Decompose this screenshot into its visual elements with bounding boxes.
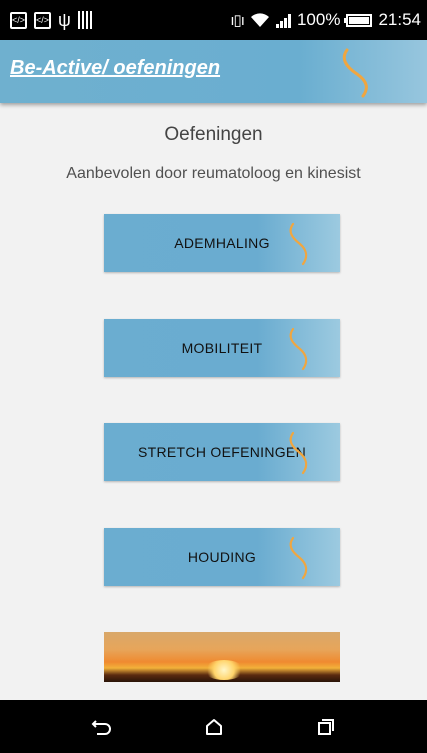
status-bar: </> </> ψ ı▯ı 100% 21:54 bbox=[0, 0, 427, 40]
navigation-bar bbox=[0, 700, 427, 753]
wave-icon bbox=[289, 327, 308, 371]
wave-icon bbox=[289, 222, 308, 266]
app-bar: Be-Active/ oefeningen bbox=[0, 40, 427, 103]
vibrate-icon: ı▯ı bbox=[230, 12, 245, 29]
battery-icon bbox=[344, 13, 373, 27]
code-icon: </> bbox=[34, 11, 51, 29]
app-title[interactable]: Be-Active/ oefeningen bbox=[10, 57, 220, 80]
barcode-icon bbox=[77, 11, 94, 29]
houding-button[interactable]: HOUDING bbox=[104, 528, 340, 586]
sun-glow bbox=[204, 660, 244, 680]
wave-logo-icon bbox=[342, 48, 368, 98]
wifi-icon bbox=[250, 13, 269, 27]
stretch-oefeningen-button[interactable]: STRETCH OEFENINGEN bbox=[104, 423, 340, 481]
wave-icon bbox=[289, 536, 308, 580]
page-title: Oefeningen bbox=[164, 124, 263, 145]
page-subtitle: Aanbevolen door reumatoloog en kinesist bbox=[66, 165, 361, 182]
recents-icon[interactable] bbox=[296, 700, 356, 753]
status-time: 21:54 bbox=[378, 10, 421, 29]
wave-icon bbox=[289, 431, 308, 475]
usb-icon: ψ bbox=[58, 10, 71, 30]
code-icon: </> bbox=[10, 11, 27, 29]
signal-icon bbox=[275, 12, 291, 28]
mobiliteit-button[interactable]: MOBILITEIT bbox=[104, 319, 340, 377]
battery-percent: 100% bbox=[296, 10, 341, 29]
back-icon[interactable] bbox=[72, 700, 132, 753]
home-icon[interactable] bbox=[184, 700, 244, 753]
sunset-image[interactable] bbox=[104, 632, 340, 682]
ademhaling-button[interactable]: ADEMHALING bbox=[104, 214, 340, 272]
